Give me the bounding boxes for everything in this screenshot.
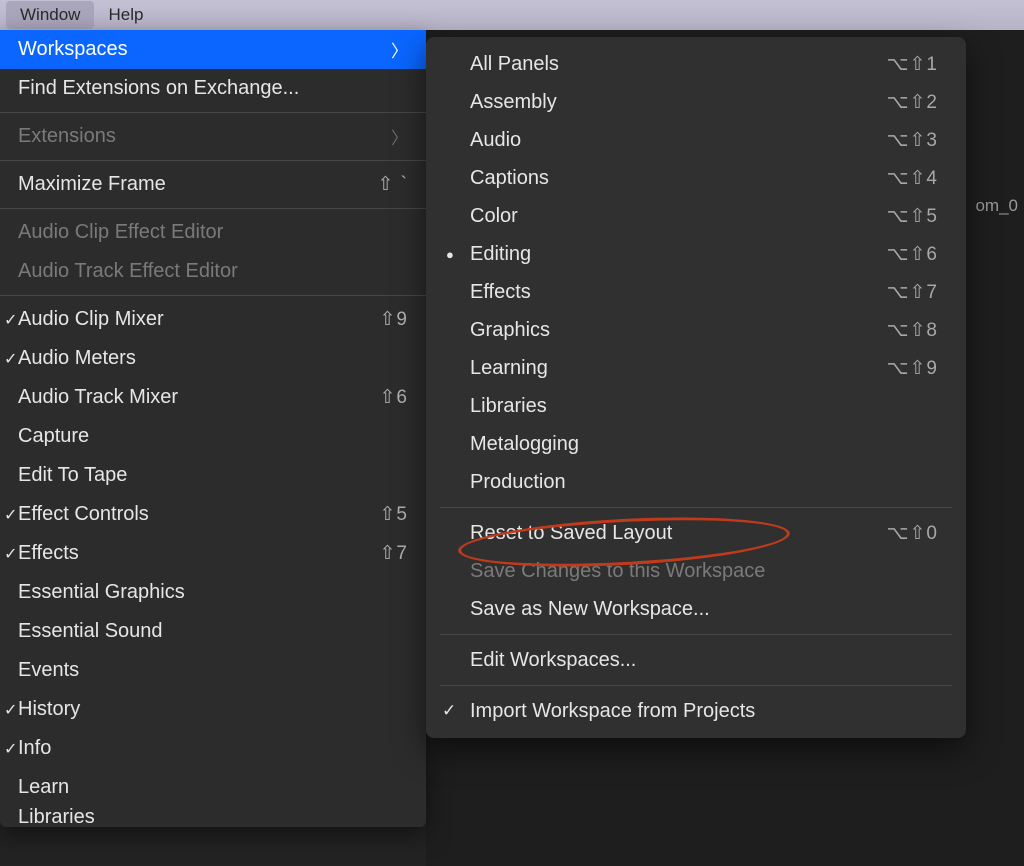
shortcut-label: ⇧5 xyxy=(380,503,409,526)
menu-workspaces[interactable]: Workspaces 〉 xyxy=(0,30,426,69)
workspace-save-as-new[interactable]: Save as New Workspace... xyxy=(426,590,966,628)
shortcut-label: ⇧9 xyxy=(380,308,409,331)
workspaces-submenu: All Panels ⌥⇧1 Assembly ⌥⇧2 Audio ⌥⇧3 Ca… xyxy=(426,37,966,738)
check-icon: ✓ xyxy=(4,310,18,330)
menu-effects[interactable]: ✓ Effects ⇧7 xyxy=(0,534,426,573)
menu-audio-track-mixer[interactable]: Audio Track Mixer ⇧6 xyxy=(0,378,426,417)
menu-essential-sound[interactable]: Essential Sound xyxy=(0,612,426,651)
menu-audio-clip-mixer[interactable]: ✓ Audio Clip Mixer ⇧9 xyxy=(0,300,426,339)
window-menu: Workspaces 〉 Find Extensions on Exchange… xyxy=(0,30,426,827)
menu-separator xyxy=(440,685,952,686)
menu-find-extensions[interactable]: Find Extensions on Exchange... xyxy=(0,69,426,108)
workspace-learning[interactable]: Learning ⌥⇧9 xyxy=(426,349,966,387)
shortcut-label: ⌥⇧1 xyxy=(887,53,938,76)
bullet-icon: ● xyxy=(446,247,454,262)
menu-edit-to-tape[interactable]: Edit To Tape xyxy=(0,456,426,495)
background-clip-label: om_0 xyxy=(975,196,1018,216)
workspace-effects[interactable]: Effects ⌥⇧7 xyxy=(426,273,966,311)
menu-workspaces-label: Workspaces xyxy=(18,38,383,61)
shortcut-label: ⇧7 xyxy=(380,542,409,565)
workspace-metalogging[interactable]: Metalogging xyxy=(426,425,966,463)
menu-separator xyxy=(0,295,426,296)
check-icon: ✓ xyxy=(4,700,18,720)
check-icon: ✓ xyxy=(4,349,18,369)
shortcut-label: ⌥⇧3 xyxy=(887,129,938,152)
menu-audio-clip-effect-editor: Audio Clip Effect Editor xyxy=(0,213,426,252)
menu-info[interactable]: ✓ Info xyxy=(0,729,426,768)
menubar-help[interactable]: Help xyxy=(94,1,157,29)
menu-learn[interactable]: Learn xyxy=(0,768,426,807)
menu-libraries[interactable]: Libraries xyxy=(0,807,426,827)
menu-separator xyxy=(440,634,952,635)
menu-history[interactable]: ✓ History xyxy=(0,690,426,729)
workspace-assembly[interactable]: Assembly ⌥⇧2 xyxy=(426,83,966,121)
workspace-reset-to-saved-layout[interactable]: Reset to Saved Layout ⌥⇧0 xyxy=(426,514,966,552)
check-icon: ✓ xyxy=(4,739,18,759)
menu-audio-meters[interactable]: ✓ Audio Meters xyxy=(0,339,426,378)
shortcut-label: ⇧6 xyxy=(380,386,409,409)
workspace-production[interactable]: Production xyxy=(426,463,966,501)
menubar-window[interactable]: Window xyxy=(6,1,94,29)
menu-separator xyxy=(0,160,426,161)
shortcut-label: ⌥⇧8 xyxy=(887,319,938,342)
menubar: Window Help xyxy=(0,0,1024,30)
menu-extensions: Extensions 〉 xyxy=(0,117,426,156)
menu-essential-graphics[interactable]: Essential Graphics xyxy=(0,573,426,612)
workspace-captions[interactable]: Captions ⌥⇧4 xyxy=(426,159,966,197)
check-icon: ✓ xyxy=(442,701,456,721)
chevron-right-icon: 〉 xyxy=(391,124,408,149)
workspace-all-panels[interactable]: All Panels ⌥⇧1 xyxy=(426,45,966,83)
menu-effect-controls[interactable]: ✓ Effect Controls ⇧5 xyxy=(0,495,426,534)
workspace-editing[interactable]: ● Editing ⌥⇧6 xyxy=(426,235,966,273)
workspace-libraries[interactable]: Libraries xyxy=(426,387,966,425)
menu-separator xyxy=(440,507,952,508)
workspace-audio[interactable]: Audio ⌥⇧3 xyxy=(426,121,966,159)
shortcut-label: ⌥⇧7 xyxy=(887,281,938,304)
check-icon: ✓ xyxy=(4,544,18,564)
check-icon: ✓ xyxy=(4,505,18,525)
menu-separator xyxy=(0,208,426,209)
workspace-graphics[interactable]: Graphics ⌥⇧8 xyxy=(426,311,966,349)
menu-separator xyxy=(0,112,426,113)
menu-audio-track-effect-editor: Audio Track Effect Editor xyxy=(0,252,426,291)
shortcut-label: ⇧ ` xyxy=(377,173,408,196)
menu-events[interactable]: Events xyxy=(0,651,426,690)
shortcut-label: ⌥⇧2 xyxy=(887,91,938,114)
workspace-color[interactable]: Color ⌥⇧5 xyxy=(426,197,966,235)
workspace-import-from-projects[interactable]: ✓ Import Workspace from Projects xyxy=(426,692,966,730)
shortcut-label: ⌥⇧9 xyxy=(887,357,938,380)
shortcut-label: ⌥⇧0 xyxy=(887,522,938,545)
menu-capture[interactable]: Capture xyxy=(0,417,426,456)
shortcut-label: ⌥⇧5 xyxy=(887,205,938,228)
shortcut-label: ⌥⇧6 xyxy=(887,243,938,266)
shortcut-label: ⌥⇧4 xyxy=(887,167,938,190)
menu-maximize-frame[interactable]: Maximize Frame ⇧ ` xyxy=(0,165,426,204)
chevron-right-icon: 〉 xyxy=(391,37,408,62)
workspace-edit-workspaces[interactable]: Edit Workspaces... xyxy=(426,641,966,679)
workspace-save-changes: Save Changes to this Workspace xyxy=(426,552,966,590)
